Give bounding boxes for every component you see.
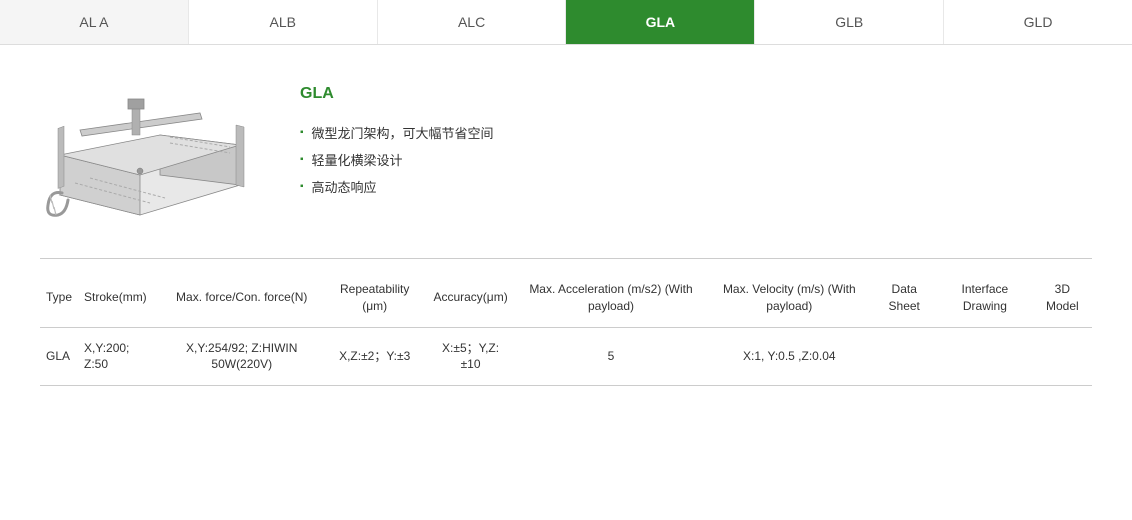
cell-type: GLA	[40, 327, 78, 386]
col-header-type: Type	[40, 269, 78, 327]
tab-bar: AL AALBALCGLAGLBGLD	[0, 0, 1132, 45]
col-header-force: Max. force/Con. force(N)	[161, 269, 323, 327]
col-header-accuracy: Accuracy(μm)	[426, 269, 514, 327]
feature-item: 轻量化横梁设计	[300, 146, 1092, 173]
tab-gla[interactable]: GLA	[566, 0, 755, 44]
table-head: TypeStroke(mm)Max. force/Con. force(N)Re…	[40, 269, 1092, 327]
cell-force: X,Y:254/92; Z:HIWIN 50W(220V)	[161, 327, 323, 386]
col-header-datasheet: Data Sheet	[871, 269, 937, 327]
col-header-acceleration: Max. Acceleration (m/s2) (With payload)	[515, 269, 707, 327]
feature-item: 微型龙门架构，可大幅节省空间	[300, 119, 1092, 146]
cell-stroke: X,Y:200; Z:50	[78, 327, 161, 386]
product-info: GLA 微型龙门架构，可大幅节省空间轻量化横梁设计高动态响应	[300, 75, 1092, 200]
table-section: TypeStroke(mm)Max. force/Con. force(N)Re…	[0, 269, 1132, 416]
col-header-velocity: Max. Velocity (m/s) (With payload)	[707, 269, 871, 327]
col-header-model3d: 3D Model	[1033, 269, 1092, 327]
tab-ala[interactable]: AL A	[0, 0, 189, 44]
table-body: GLAX,Y:200; Z:50X,Y:254/92; Z:HIWIN 50W(…	[40, 327, 1092, 386]
feature-item: 高动态响应	[300, 173, 1092, 200]
product-svg	[40, 75, 260, 235]
cell-repeatability: X,Z:±2；Y:±3	[323, 327, 426, 386]
header-row: TypeStroke(mm)Max. force/Con. force(N)Re…	[40, 269, 1092, 327]
cell-velocity: X:1, Y:0.5 ,Z:0.04	[707, 327, 871, 386]
col-header-drawing: Interface Drawing	[937, 269, 1033, 327]
cell-datasheet	[871, 327, 937, 386]
cell-accuracy: X:±5；Y,Z:±10	[426, 327, 514, 386]
product-title: GLA	[300, 85, 1092, 103]
table-row: GLAX,Y:200; Z:50X,Y:254/92; Z:HIWIN 50W(…	[40, 327, 1092, 386]
cell-acceleration: 5	[515, 327, 707, 386]
tab-gld[interactable]: GLD	[944, 0, 1132, 44]
tab-glb[interactable]: GLB	[755, 0, 944, 44]
feature-list: 微型龙门架构，可大幅节省空间轻量化横梁设计高动态响应	[300, 119, 1092, 200]
cell-model3d	[1033, 327, 1092, 386]
specs-table: TypeStroke(mm)Max. force/Con. force(N)Re…	[40, 269, 1092, 386]
product-image	[40, 75, 260, 238]
product-section: GLA 微型龙门架构，可大幅节省空间轻量化横梁设计高动态响应	[0, 45, 1132, 258]
section-divider	[40, 258, 1092, 259]
col-header-repeatability: Repeatability (μm)	[323, 269, 426, 327]
tab-alc[interactable]: ALC	[378, 0, 567, 44]
col-header-stroke: Stroke(mm)	[78, 269, 161, 327]
tab-alb[interactable]: ALB	[189, 0, 378, 44]
cell-drawing	[937, 327, 1033, 386]
